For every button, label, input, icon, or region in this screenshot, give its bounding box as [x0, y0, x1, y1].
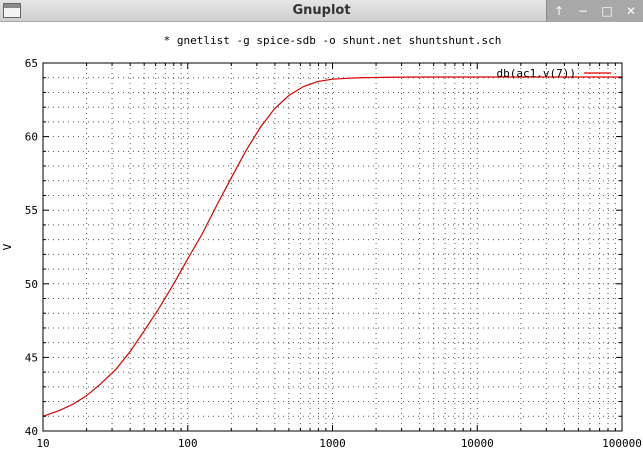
y-axis-label: V [1, 243, 14, 250]
x-tick-label: 100000 [602, 437, 642, 450]
axis-ticks: 40455055606510 100 1000 10000 100000 [25, 57, 642, 450]
x-tick-label: 10 [36, 437, 49, 450]
x-tick-label: 100 [178, 437, 198, 450]
y-tick-label: 45 [25, 351, 38, 364]
grid [43, 63, 622, 431]
y-tick-label: 50 [25, 278, 38, 291]
window-titlebar[interactable]: Gnuplot ↑ − □ ✕ [0, 0, 643, 22]
legend-label: db(ac1.v(7)) [497, 67, 576, 80]
x-tick-label: 1000 [319, 437, 346, 450]
plot-canvas: 40455055606510 100 1000 10000 100000 * gnetl… [1, 34, 642, 450]
series-layer [42, 76, 622, 417]
window-controls: ↑ − □ ✕ [546, 0, 643, 22]
close-icon[interactable]: ✕ [622, 3, 640, 19]
minimize-icon[interactable]: − [574, 3, 592, 19]
chart-title: * gnetlist -g spice-sdb -o shunt.net shu… [164, 34, 502, 47]
x-tick-label: 10000 [461, 437, 494, 450]
maximize-icon[interactable]: □ [598, 3, 616, 19]
series-line [42, 76, 622, 417]
up-icon[interactable]: ↑ [550, 3, 568, 19]
y-tick-label: 65 [25, 57, 38, 70]
y-tick-label: 60 [25, 131, 38, 144]
y-tick-label: 55 [25, 204, 38, 217]
